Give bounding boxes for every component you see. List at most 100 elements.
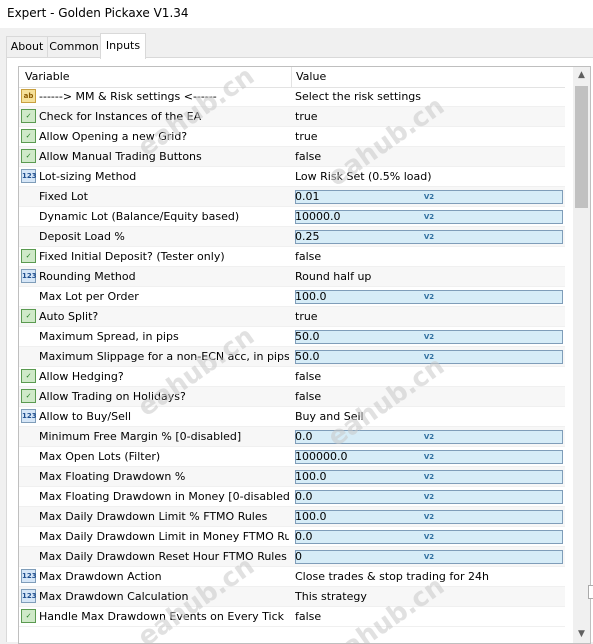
- window-title: Expert - Golden Pickaxe V1.34: [7, 6, 189, 20]
- variable-name: Max Daily Drawdown Reset Hour FTMO Rules…: [39, 550, 289, 563]
- enum-param-icon: 123: [21, 269, 37, 283]
- variable-value[interactable]: 0.25: [295, 230, 563, 243]
- scroll-down-icon[interactable]: ▼: [573, 626, 590, 643]
- variable-name: Minimum Free Margin % [0-disabled]: [39, 430, 242, 443]
- table-row[interactable]: 123 Max Drawdown Action Close trades & sto…: [19, 567, 565, 587]
- table-row[interactable]: V2 Dynamic Lot (Balance/Equity based) 1000…: [19, 207, 565, 227]
- bool-param-icon: ✓: [21, 309, 36, 323]
- table-row[interactable]: V2 Maximum Slippage for a non-ECN acc, in…: [19, 347, 565, 367]
- variable-value[interactable]: false: [295, 250, 563, 263]
- variable-name: Allow Opening a new Grid?: [39, 130, 188, 143]
- variable-value[interactable]: 0: [295, 550, 563, 563]
- table-row[interactable]: ✓ Allow Manual Trading Buttons false: [19, 147, 565, 167]
- table-row[interactable]: ✓ Auto Split? true: [19, 307, 565, 327]
- enum-param-icon: 123: [21, 409, 37, 423]
- table-row[interactable]: ✓ Allow Hedging? false: [19, 367, 565, 387]
- variable-value[interactable]: 100.0: [295, 510, 563, 523]
- variable-name: Allow Manual Trading Buttons: [39, 150, 202, 163]
- table-row[interactable]: 123 Allow to Buy/Sell Buy and Sell: [19, 407, 565, 427]
- variable-value[interactable]: true: [295, 110, 563, 123]
- variable-value[interactable]: 10000.0: [295, 210, 563, 223]
- column-divider[interactable]: [291, 67, 292, 87]
- table-row[interactable]: V2 Minimum Free Margin % [0-disabled] 0.0: [19, 427, 565, 447]
- variable-value[interactable]: 100000.0: [295, 450, 563, 463]
- table-row[interactable]: ab ------> MM & Risk settings <------ Sele…: [19, 87, 565, 107]
- variable-name: Max Lot per Order: [39, 290, 139, 303]
- window-edge-control: [588, 585, 593, 599]
- grid-header: Variable Value: [19, 67, 565, 88]
- variable-value[interactable]: Round half up: [295, 270, 563, 283]
- table-row[interactable]: 123 Lot-sizing Method Low Risk Set (0.5% l…: [19, 167, 565, 187]
- text-param-icon: ab: [21, 89, 36, 103]
- variable-value[interactable]: 100.0: [295, 470, 563, 483]
- scroll-up-icon[interactable]: ▲: [573, 67, 590, 84]
- variable-name: Fixed Lot: [39, 190, 88, 203]
- bool-param-icon: ✓: [21, 109, 36, 123]
- variable-name: Max Daily Drawdown Limit in Money FTMO R…: [39, 530, 289, 543]
- table-row[interactable]: V2 Max Daily Drawdown Limit in Money FTMO…: [19, 527, 565, 547]
- variable-name: Maximum Slippage for a non-ECN acc, in p…: [39, 350, 289, 363]
- table-row[interactable]: 123 Max Drawdown Calculation This strategy: [19, 587, 565, 607]
- variable-value[interactable]: false: [295, 610, 563, 623]
- bool-param-icon: ✓: [21, 149, 36, 163]
- variable-value[interactable]: 50.0: [295, 330, 563, 343]
- table-row[interactable]: ✓ Allow Opening a new Grid? true: [19, 127, 565, 147]
- variable-value[interactable]: false: [295, 370, 563, 383]
- variable-value[interactable]: 0.01: [295, 190, 563, 203]
- inputs-panel: Variable Value ab ------> MM & Risk setti…: [6, 57, 593, 644]
- variable-name: Max Drawdown Action: [39, 570, 162, 583]
- variable-name: ------> MM & Risk settings <------: [39, 90, 217, 103]
- variable-value[interactable]: Buy and Sell: [295, 410, 563, 423]
- column-header-value[interactable]: Value: [296, 70, 326, 83]
- variable-name: Max Floating Drawdown in Money [0-disabl…: [39, 490, 289, 503]
- enum-param-icon: 123: [21, 169, 37, 183]
- inputs-grid: Variable Value ab ------> MM & Risk setti…: [18, 66, 591, 644]
- table-row[interactable]: V2 Max Lot per Order 100.0: [19, 287, 565, 307]
- variable-name: Check for Instances of the EA: [39, 110, 202, 123]
- variable-name: Allow Hedging?: [39, 370, 124, 383]
- enum-param-icon: 123: [21, 589, 37, 603]
- variable-value[interactable]: true: [295, 130, 563, 143]
- variable-name: Max Daily Drawdown Limit % FTMO Rules: [39, 510, 268, 523]
- variable-value[interactable]: 50.0: [295, 350, 563, 363]
- tab-inputs[interactable]: Inputs: [100, 33, 146, 59]
- table-row[interactable]: ✓ Check for Instances of the EA true: [19, 107, 565, 127]
- scroll-thumb[interactable]: [575, 86, 588, 208]
- variable-value[interactable]: false: [295, 150, 563, 163]
- tab-about[interactable]: About: [6, 36, 48, 57]
- variable-name: Rounding Method: [39, 270, 136, 283]
- variable-name: Max Open Lots (Filter): [39, 450, 161, 463]
- table-row[interactable]: ✓ Fixed Initial Deposit? (Tester only) fal…: [19, 247, 565, 267]
- variable-value[interactable]: 0.0: [295, 430, 563, 443]
- variable-name: Fixed Initial Deposit? (Tester only): [39, 250, 225, 263]
- table-row[interactable]: V2 Deposit Load % 0.25: [19, 227, 565, 247]
- variable-value[interactable]: This strategy: [295, 590, 563, 603]
- variable-value[interactable]: Close trades & stop trading for 24h: [295, 570, 563, 583]
- variable-value[interactable]: 0.0: [295, 490, 563, 503]
- vertical-scrollbar[interactable]: ▲ ▼: [573, 67, 590, 643]
- variable-value[interactable]: Low Risk Set (0.5% load): [295, 170, 563, 183]
- bool-param-icon: ✓: [21, 129, 36, 143]
- variable-value[interactable]: 0.0: [295, 530, 563, 543]
- tab-common[interactable]: Common: [47, 36, 101, 57]
- table-row[interactable]: V2 Max Open Lots (Filter) 100000.0: [19, 447, 565, 467]
- variable-value[interactable]: 100.0: [295, 290, 563, 303]
- table-row[interactable]: V2 Max Daily Drawdown Limit % FTMO Rules 1…: [19, 507, 565, 527]
- table-row[interactable]: 123 Rounding Method Round half up: [19, 267, 565, 287]
- bool-param-icon: ✓: [21, 609, 36, 623]
- column-header-variable[interactable]: Variable: [25, 70, 70, 83]
- variable-value[interactable]: false: [295, 390, 563, 403]
- variable-name: Deposit Load %: [39, 230, 125, 243]
- bool-param-icon: ✓: [21, 249, 36, 263]
- table-row[interactable]: V2 Max Floating Drawdown % 100.0: [19, 467, 565, 487]
- variable-value[interactable]: Select the risk settings: [295, 90, 563, 103]
- enum-param-icon: 123: [21, 569, 37, 583]
- variable-value[interactable]: true: [295, 310, 563, 323]
- table-row[interactable]: ✓ Handle Max Drawdown Events on Every Tic…: [19, 607, 565, 627]
- table-row[interactable]: V2 Max Floating Drawdown in Money [0-disa…: [19, 487, 565, 507]
- table-row[interactable]: V2 Fixed Lot 0.01: [19, 187, 565, 207]
- table-row[interactable]: V2 Maximum Spread, in pips 50.0: [19, 327, 565, 347]
- grid-rows: ab ------> MM & Risk settings <------ Sele…: [19, 87, 565, 627]
- table-row[interactable]: ✓ Allow Trading on Holidays? false: [19, 387, 565, 407]
- table-row[interactable]: V2 Max Daily Drawdown Reset Hour FTMO Rul…: [19, 547, 565, 567]
